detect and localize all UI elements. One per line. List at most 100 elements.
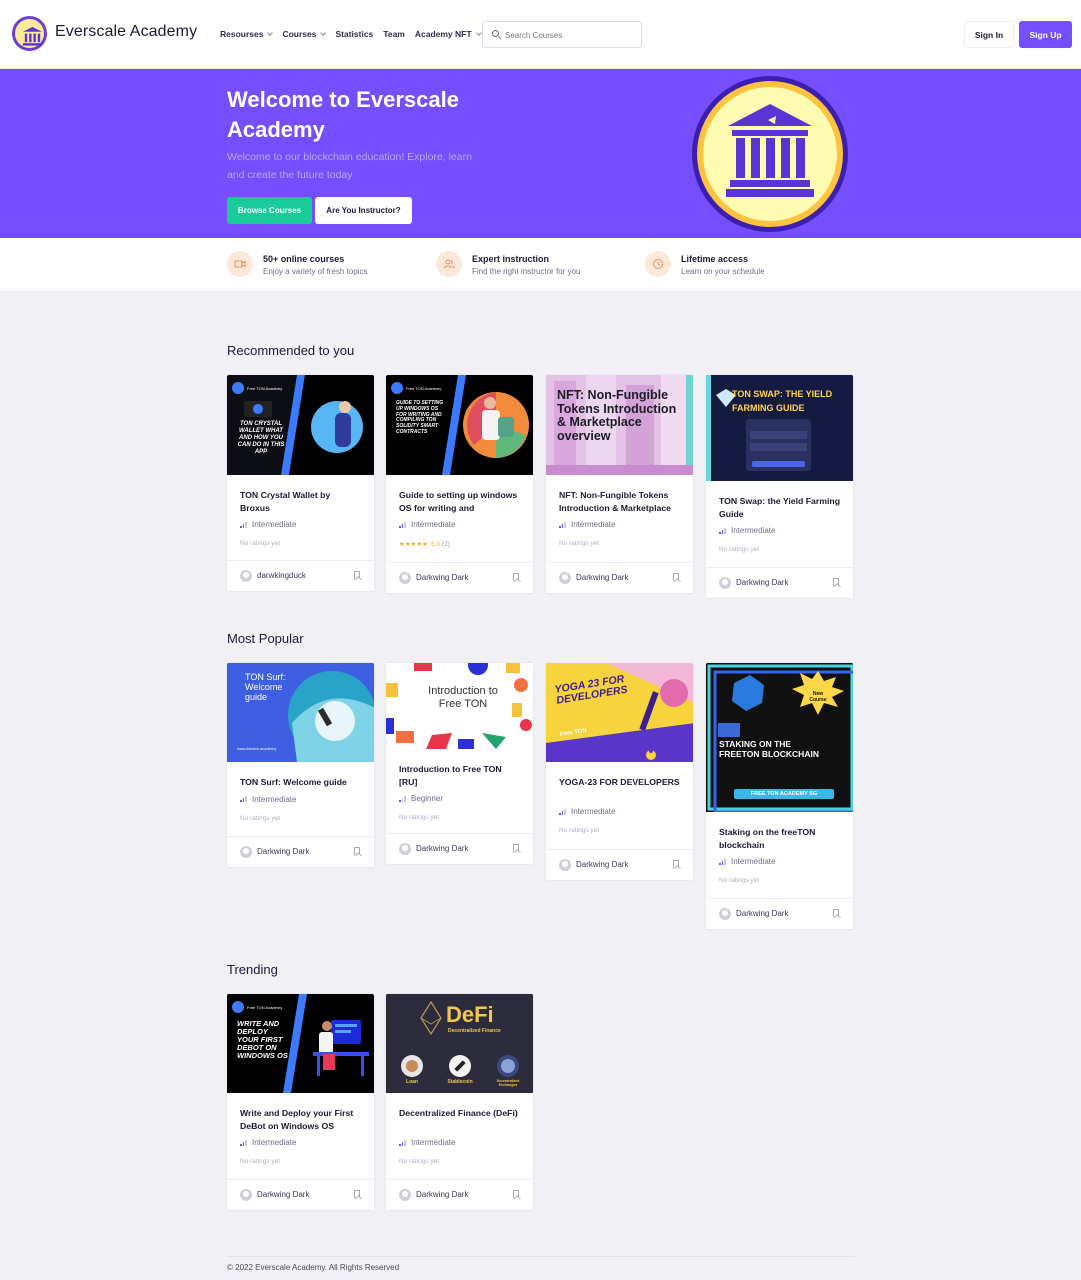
course-footer: Darkwing Dark (386, 1179, 533, 1210)
course-title[interactable]: Decentralized Finance (DeFi) (399, 1107, 520, 1132)
author-name[interactable]: Darkwing Dark (416, 573, 468, 582)
avatar[interactable] (240, 570, 252, 582)
course-thumbnail[interactable]: Free TON Academy GUIDE TO SETTING UP WIN… (386, 375, 533, 475)
course-title[interactable]: Write and Deploy your First DeBot on Win… (240, 1107, 361, 1132)
bookmark-icon[interactable] (513, 844, 519, 852)
course-thumbnail[interactable]: TON SWAP: THE YIELD FARMING GUIDE (706, 375, 853, 481)
section-title-recommended: Recommended to you (227, 343, 355, 358)
author-name[interactable]: Darkwing Dark (416, 844, 468, 853)
course-card[interactable]: NFT: Non-Fungible Tokens Introduction & … (545, 374, 694, 594)
course-card[interactable]: New Course STAKING ON THE FREETON BLOCKC… (705, 662, 854, 930)
search-input[interactable] (505, 27, 635, 43)
nav-resources[interactable]: Resourses (220, 29, 274, 39)
nav-courses[interactable]: Courses (282, 29, 327, 39)
course-title[interactable]: Guide to setting up windows OS for writi… (399, 489, 520, 514)
course-card[interactable]: Free TON Academy TON CRYSTAL WALLET WHAT… (226, 374, 375, 592)
nav-statistics[interactable]: Statistics (335, 29, 373, 39)
course-card[interactable]: TON Surf: Welcome guide www.freeton.acad… (226, 662, 375, 868)
clock-icon (645, 251, 671, 277)
course-thumbnail[interactable]: YOGA 23 FOR DEVELOPERS Free TON (546, 663, 693, 762)
bookmark-icon[interactable] (354, 1190, 360, 1198)
chevron-down-icon (320, 29, 327, 36)
feature-subtitle: Enjoy a variety of fresh topics (263, 267, 368, 276)
avatar[interactable] (399, 843, 411, 855)
course-thumbnail[interactable]: DeFi Decentralized Finance Loan Stableco… (386, 994, 533, 1093)
author-name[interactable]: Darkwing Dark (736, 909, 788, 918)
level-bars-icon (399, 521, 406, 528)
features-bar: 50+ online courses Enjoy a variety of fr… (0, 238, 1081, 292)
course-level: Intermediate (719, 526, 840, 535)
thumb-badge: New Course (809, 691, 827, 703)
course-thumbnail[interactable]: Free TON Academy TON CRYSTAL WALLET WHAT… (227, 375, 374, 475)
hero-subtitle: Welcome to our blockchain education! Exp… (227, 151, 472, 181)
search-icon (492, 30, 499, 37)
course-card[interactable]: TON SWAP: THE YIELD FARMING GUIDE TON Sw… (705, 374, 854, 599)
level-bars-icon (559, 808, 566, 815)
course-thumbnail[interactable]: NFT: Non-Fungible Tokens Introduction & … (546, 375, 693, 475)
section-title-popular: Most Popular (227, 631, 304, 646)
course-rating: No ratings yet (719, 546, 760, 553)
course-thumbnail[interactable]: Free TON Academy WRITE AND DEPLOY YOUR F… (227, 994, 374, 1093)
thumb-caption: TON CRYSTAL WALLET WHAT AND HOW YOU CAN … (237, 421, 285, 455)
course-card[interactable]: DeFi Decentralized Finance Loan Stableco… (385, 993, 534, 1211)
author-name[interactable]: Darkwing Dark (257, 847, 309, 856)
thumb-brand: Free TON Academy (247, 1005, 283, 1010)
avatar[interactable] (399, 572, 411, 584)
browse-courses-button[interactable]: Browse Courses (227, 197, 312, 224)
course-footer: Darkwing Dark (386, 833, 533, 864)
avatar[interactable] (399, 1189, 411, 1201)
brand-name[interactable]: Everscale Academy (55, 23, 197, 41)
course-footer: Darkwing Dark (706, 567, 853, 598)
avatar[interactable] (559, 572, 571, 584)
course-title[interactable]: TON Surf: Welcome guide (240, 776, 361, 789)
rating-stars-icon: ★★★★★ (399, 541, 429, 548)
course-card[interactable]: Introduction to Free TON Introduction to… (385, 662, 534, 865)
course-level: Intermediate (240, 520, 361, 529)
thumb-brand: Free TON Academy (247, 386, 283, 391)
nav-team[interactable]: Team (383, 29, 405, 39)
course-card[interactable]: YOGA 23 FOR DEVELOPERS Free TON YOGA-23 … (545, 662, 694, 881)
sign-up-button[interactable]: Sign Up (1019, 21, 1072, 48)
author-name[interactable]: Darkwing Dark (576, 573, 628, 582)
course-footer: Darkwing Dark (386, 562, 533, 593)
bookmark-icon[interactable] (833, 578, 839, 586)
thumb-caption: NFT: Non-Fungible Tokens Introduction & … (557, 388, 677, 443)
thumb-brand: Free TON Academy (406, 386, 442, 391)
bookmark-icon[interactable] (513, 1190, 519, 1198)
course-thumbnail[interactable]: Introduction to Free TON (386, 663, 533, 749)
author-name[interactable]: Darkwing Dark (576, 860, 628, 869)
author-name[interactable]: Darkwing Dark (257, 1190, 309, 1199)
avatar[interactable] (240, 846, 252, 858)
course-thumbnail[interactable]: New Course STAKING ON THE FREETON BLOCKC… (706, 663, 853, 812)
academy-logo-icon[interactable] (12, 16, 47, 51)
sign-in-button[interactable]: Sign In (964, 21, 1014, 48)
thumb-sub: Decentralized Finance (448, 1028, 501, 1034)
video-icon (227, 251, 253, 277)
instructor-button[interactable]: Are You Instructor? (315, 197, 412, 224)
nav-academy-nft[interactable]: Academy NFT (415, 29, 482, 39)
avatar[interactable] (559, 859, 571, 871)
course-title[interactable]: TON Swap: the Yield Farming Guide (719, 495, 840, 520)
bookmark-icon[interactable] (513, 573, 519, 581)
avatar[interactable] (240, 1189, 252, 1201)
course-title[interactable]: Introduction to Free TON [RU] (399, 763, 520, 788)
thumb-item: Stablecoin (447, 1079, 473, 1085)
bookmark-icon[interactable] (354, 847, 360, 855)
course-title[interactable]: Staking on the freeTON blockchain (719, 826, 840, 851)
bookmark-icon[interactable] (354, 571, 360, 579)
author-name[interactable]: Darkwing Dark (416, 1190, 468, 1199)
bookmark-icon[interactable] (833, 909, 839, 917)
author-name[interactable]: Darkwing Dark (736, 578, 788, 587)
course-thumbnail[interactable]: TON Surf: Welcome guide www.freeton.acad… (227, 663, 374, 762)
bookmark-icon[interactable] (673, 573, 679, 581)
author-name[interactable]: darwkingduck (257, 571, 306, 580)
course-title[interactable]: YOGA-23 FOR DEVELOPERS (559, 776, 680, 801)
avatar[interactable] (719, 577, 731, 589)
course-title[interactable]: NFT: Non-Fungible Tokens Introduction & … (559, 489, 680, 514)
course-card[interactable]: Free TON Academy WRITE AND DEPLOY YOUR F… (226, 993, 375, 1211)
bookmark-icon[interactable] (673, 860, 679, 868)
avatar[interactable] (719, 908, 731, 920)
course-title[interactable]: TON Crystal Wallet by Broxus (240, 489, 361, 514)
feature-instruction: Expert instruction Find the right instru… (436, 251, 626, 279)
course-card[interactable]: Free TON Academy GUIDE TO SETTING UP WIN… (385, 374, 534, 594)
